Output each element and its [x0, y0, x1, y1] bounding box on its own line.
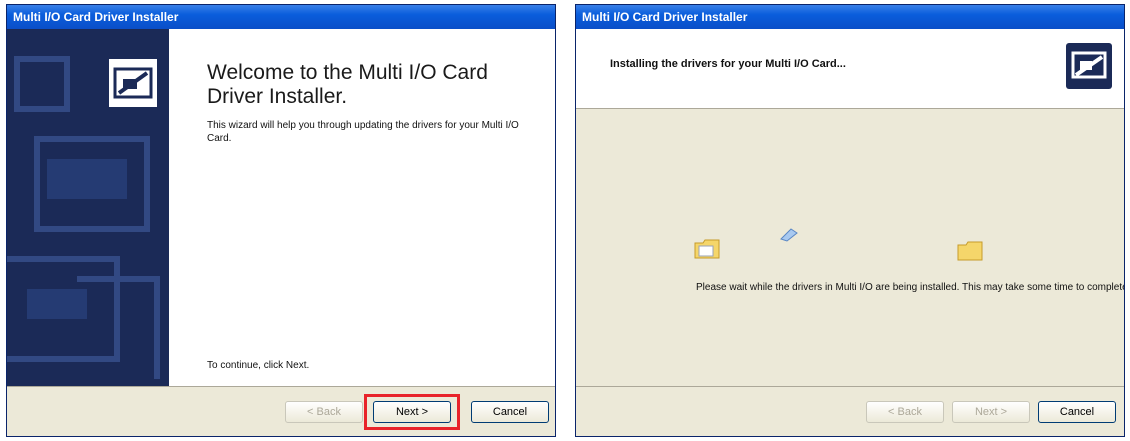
- welcome-heading: Welcome to the Multi I/O Card Driver Ins…: [207, 61, 488, 108]
- wizard-footer: < Back Next > Cancel: [576, 386, 1124, 436]
- welcome-content: Welcome to the Multi I/O Card Driver Ins…: [169, 29, 555, 386]
- back-button[interactable]: < Back: [285, 401, 363, 423]
- source-folder-icon: [693, 237, 721, 261]
- welcome-dialog: Multi I/O Card Driver Installer Welcome …: [6, 4, 556, 437]
- installing-heading: Installing the drivers for your Multi I/…: [610, 58, 846, 70]
- cancel-button[interactable]: Cancel: [1038, 401, 1116, 423]
- next-button[interactable]: Next >: [373, 401, 451, 423]
- next-button[interactable]: Next >: [952, 401, 1030, 423]
- paper-icon: [779, 227, 799, 243]
- title-bar: Multi I/O Card Driver Installer: [7, 5, 555, 29]
- back-button[interactable]: < Back: [866, 401, 944, 423]
- destination-folder-icon: [956, 239, 984, 263]
- installing-dialog: Multi I/O Card Driver Installer Installi…: [575, 4, 1125, 437]
- install-status-text: Please wait while the drivers in Multi I…: [696, 282, 1125, 293]
- wizard-footer: < Back Next > Cancel: [7, 386, 555, 436]
- header-band: Installing the drivers for your Multi I/…: [576, 29, 1124, 109]
- continue-hint: To continue, click Next.: [207, 360, 310, 371]
- welcome-intro: This wizard will help you through updati…: [207, 120, 519, 144]
- cancel-button[interactable]: Cancel: [471, 401, 549, 423]
- installer-icon: [107, 57, 159, 109]
- installer-icon: [1066, 43, 1112, 89]
- progress-area: Please wait while the drivers in Multi I…: [576, 109, 1124, 386]
- title-bar: Multi I/O Card Driver Installer: [576, 5, 1124, 29]
